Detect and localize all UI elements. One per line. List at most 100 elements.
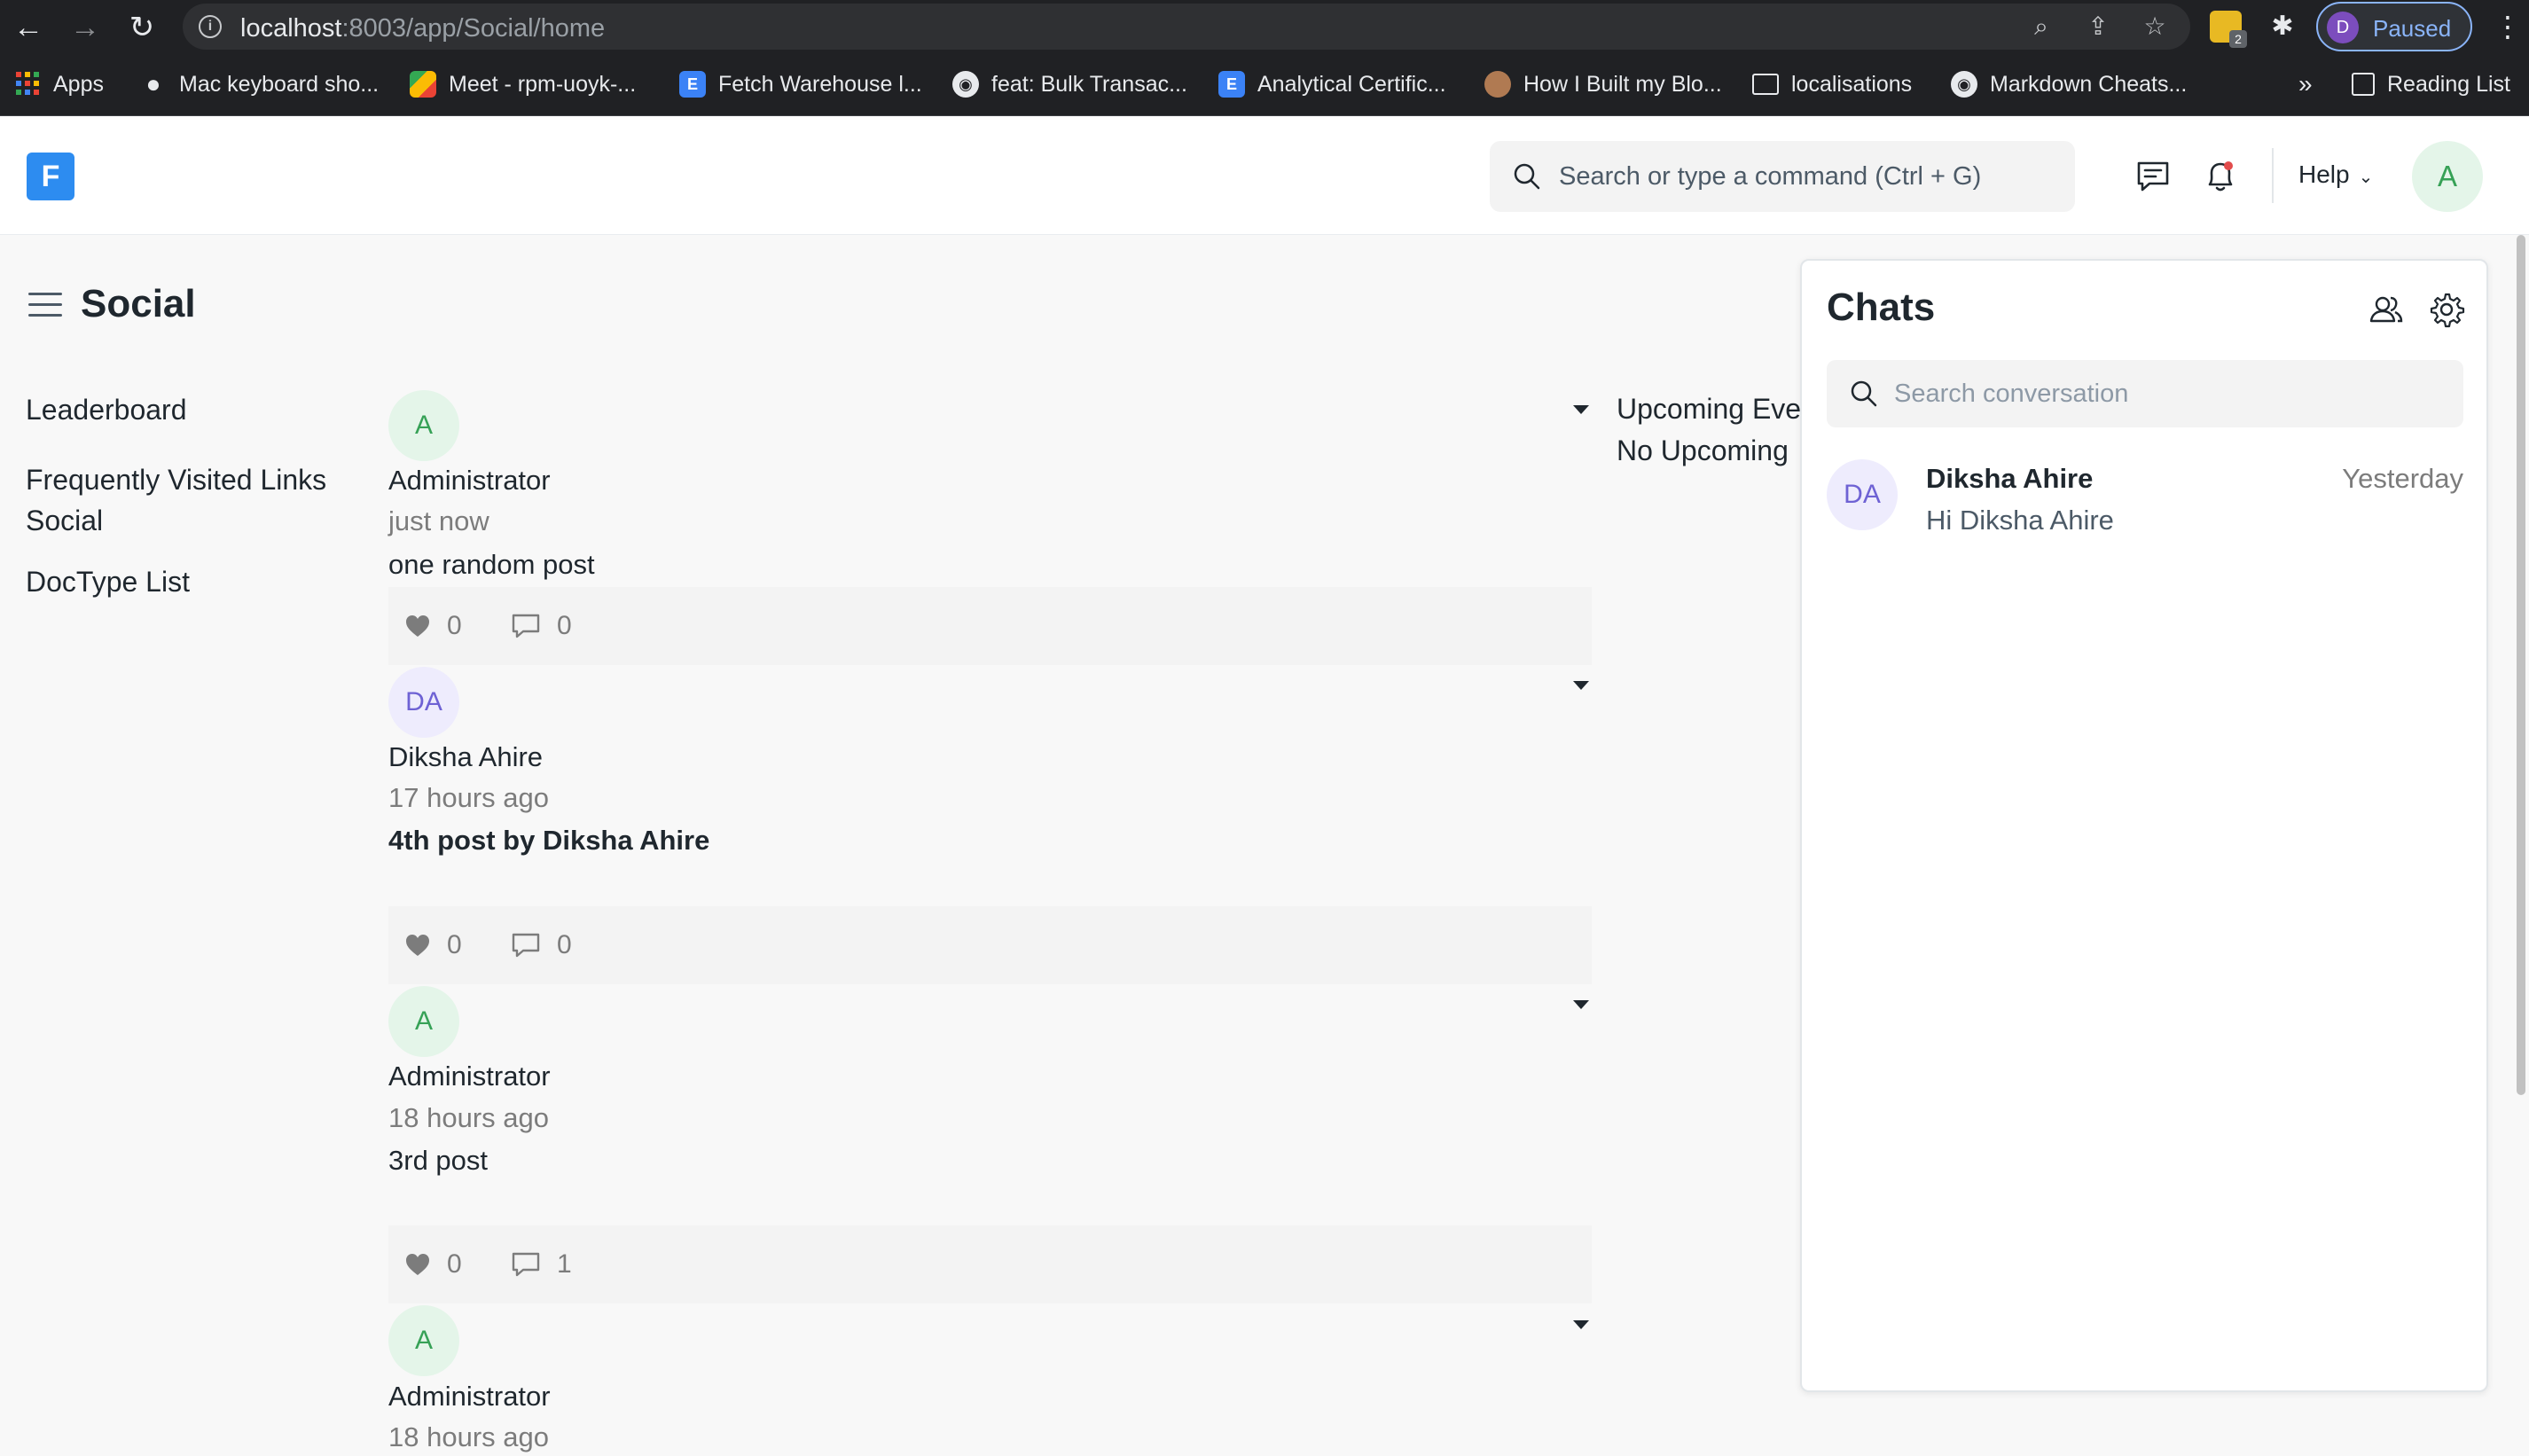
chevron-down-icon: ⌄: [2358, 168, 2374, 187]
reading-list-label: Reading List: [2387, 71, 2510, 97]
sidebar-item-leaderboard[interactable]: Leaderboard: [26, 390, 186, 430]
bookmark-blog[interactable]: How I Built my Blo...: [1484, 67, 1722, 102]
profile-button[interactable]: D Paused: [2316, 2, 2472, 51]
bookmarks-bar: Apps ● Mac keyboard sho... Meet - rpm-uo…: [0, 54, 2529, 116]
bookmark-fetch-warehouse[interactable]: E Fetch Warehouse l...: [679, 67, 922, 102]
zoom-icon[interactable]: ⌕: [2025, 11, 2057, 43]
share-icon[interactable]: ⇪: [2082, 11, 2114, 43]
post-avatar[interactable]: A: [388, 986, 459, 1057]
chat-search-input[interactable]: [1894, 369, 2444, 419]
bookmark-label: localisations: [1791, 71, 1913, 97]
bookmark-apps[interactable]: Apps: [14, 67, 104, 102]
sidebar-toggle-icon[interactable]: [28, 293, 62, 319]
user-avatar[interactable]: A: [2412, 141, 2483, 212]
reading-list-icon: [2352, 73, 2375, 96]
github-icon: ◉: [952, 71, 979, 98]
site-info-icon[interactable]: i: [199, 15, 222, 38]
page-scrollbar[interactable]: [2517, 235, 2525, 1095]
app-navbar: F Help ⌄ A: [0, 116, 2529, 235]
bookmark-mac-keyboard[interactable]: ● Mac keyboard sho...: [140, 67, 380, 102]
bookmark-star-icon[interactable]: ☆: [2139, 11, 2171, 43]
post-menu-caret-icon[interactable]: [1573, 681, 1589, 690]
bookmark-analytical-certificate[interactable]: E Analytical Certific...: [1218, 67, 1446, 102]
navbar-divider: [2272, 148, 2274, 203]
avatar-face-icon: [1484, 71, 1511, 98]
bookmark-label: Markdown Cheats...: [1990, 71, 2188, 97]
chat-icon[interactable]: [2134, 157, 2173, 196]
apple-icon: ●: [145, 70, 161, 98]
back-arrow-icon[interactable]: ←: [11, 11, 46, 44]
chat-room-item[interactable]: DA Diksha Ahire Hi Diksha Ahire Yesterda…: [1827, 456, 2463, 553]
sidebar-item-doctype-list[interactable]: DocType List: [26, 562, 190, 602]
extensions-puzzle-icon[interactable]: ✱: [2267, 11, 2298, 43]
post-owner[interactable]: Diksha Ahire: [388, 741, 543, 773]
bookmark-label: Fetch Warehouse l...: [718, 71, 922, 97]
app-logo[interactable]: F: [27, 153, 74, 200]
reload-icon[interactable]: ↻: [124, 11, 160, 44]
bookmark-meet[interactable]: Meet - rpm-uoyk-...: [410, 67, 636, 102]
page-title: Social: [81, 282, 196, 325]
reading-list-button[interactable]: Reading List: [2352, 67, 2510, 102]
new-group-icon[interactable]: [2368, 291, 2405, 328]
heart-icon: [406, 1254, 429, 1275]
chat-search[interactable]: [1827, 360, 2463, 427]
bookmark-label: feat: Bulk Transac...: [991, 71, 1187, 97]
comment-button[interactable]: 0: [511, 608, 572, 644]
post-owner[interactable]: Administrator: [388, 1061, 551, 1092]
comment-count: 0: [557, 930, 572, 959]
post-menu-caret-icon[interactable]: [1573, 1000, 1589, 1009]
comment-button[interactable]: 0: [511, 928, 572, 963]
bookmarks-overflow-button[interactable]: »: [2298, 67, 2313, 102]
help-dropdown[interactable]: Help ⌄: [2298, 160, 2373, 189]
comment-icon: [512, 1252, 540, 1277]
folder-icon: [1752, 74, 1779, 95]
bookmark-label: How I Built my Blo...: [1523, 71, 1722, 97]
comment-count: 0: [557, 611, 572, 640]
forward-arrow-icon[interactable]: →: [67, 11, 103, 44]
browser-menu-icon[interactable]: ⋮: [2492, 11, 2524, 43]
sidebar-item-social[interactable]: Social: [26, 501, 103, 541]
post-avatar[interactable]: A: [388, 1305, 459, 1376]
chat-room-avatar: DA: [1827, 459, 1898, 530]
post-avatar[interactable]: DA: [388, 667, 459, 738]
upcoming-events-empty: No Upcoming: [1617, 434, 1789, 466]
help-label: Help: [2298, 160, 2350, 188]
chat-panel-title: Chats: [1827, 286, 1936, 329]
bookmark-label: Mac keyboard sho...: [179, 71, 380, 97]
address-bar[interactable]: i localhost:8003/app/Social/home ⌕ ⇪ ☆: [183, 4, 2190, 50]
chat-panel: Chats DA Diksha Ahire Hi Diksha Ahire Ye…: [1800, 259, 2488, 1392]
extension-badge: 2: [2229, 30, 2247, 48]
search-input[interactable]: [1559, 152, 2055, 201]
sidebar-item-frequently-visited-links[interactable]: Frequently Visited Links: [26, 460, 326, 500]
comment-icon: [512, 933, 540, 958]
post-actions: 0 0: [388, 906, 1592, 984]
notification-bell-icon[interactable]: [2201, 157, 2240, 196]
like-count: 0: [447, 611, 462, 640]
settings-gear-icon[interactable]: [2428, 291, 2465, 328]
bookmark-localisations[interactable]: localisations: [1752, 67, 1912, 102]
comment-button[interactable]: 1: [511, 1247, 572, 1282]
post-owner[interactable]: Administrator: [388, 1381, 551, 1413]
like-button[interactable]: 0: [404, 1247, 462, 1282]
address-url[interactable]: localhost:8003/app/Social/home: [240, 14, 605, 43]
erpnext-icon: E: [1218, 71, 1245, 98]
bookmark-bulk-transaction[interactable]: ◉ feat: Bulk Transac...: [952, 67, 1187, 102]
like-button[interactable]: 0: [404, 928, 462, 963]
post-time: just now: [388, 505, 489, 536]
url-host: localhost: [240, 14, 342, 43]
search-icon: [1851, 380, 1877, 407]
post-actions: 0 1: [388, 1225, 1592, 1303]
awesomebar[interactable]: [1490, 141, 2075, 212]
post-time: 17 hours ago: [388, 782, 549, 813]
post-content: 4th post by Diksha Ahire: [388, 825, 710, 856]
extension-notes-icon[interactable]: 2: [2210, 11, 2247, 48]
bookmark-markdown[interactable]: ◉ Markdown Cheats...: [1951, 67, 2187, 102]
post-menu-caret-icon[interactable]: [1573, 1320, 1589, 1329]
bookmark-label: Meet - rpm-uoyk-...: [449, 71, 637, 97]
like-button[interactable]: 0: [404, 608, 462, 644]
post-menu-caret-icon[interactable]: [1573, 405, 1589, 414]
browser-toolbar: ← → ↻ i localhost:8003/app/Social/home ⌕…: [0, 0, 2529, 54]
post-avatar[interactable]: A: [388, 390, 459, 461]
post-owner[interactable]: Administrator: [388, 465, 551, 497]
chat-room-name: Diksha Ahire: [1926, 463, 2094, 494]
